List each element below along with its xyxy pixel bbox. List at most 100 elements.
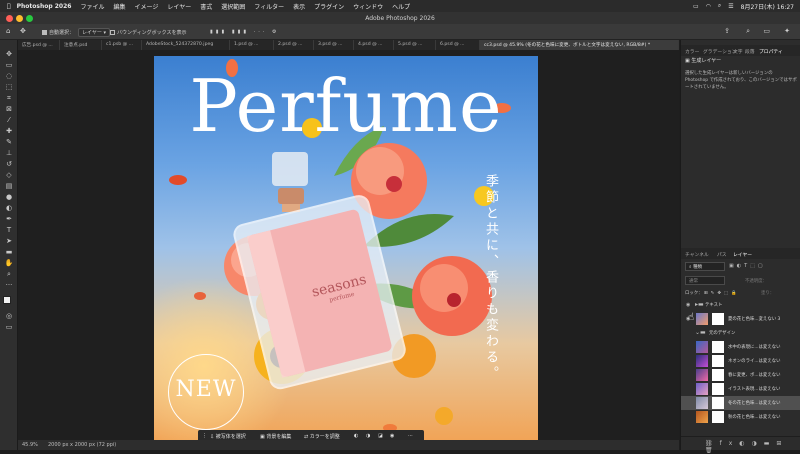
doc-tab[interactable]: 5.psd @ ... <box>394 40 436 50</box>
layer-filter-icons[interactable]: ▣◐T⬚▢ <box>729 263 766 269</box>
eraser-tool-icon[interactable]: ◇ <box>3 171 15 180</box>
menu-window[interactable]: ウィンドウ <box>353 2 383 11</box>
tab-paragraph[interactable]: 段落 <box>745 48 755 55</box>
show-bounding-box-checkbox[interactable]: バウンディングボックスを表示 <box>110 29 187 36</box>
move-tool-icon[interactable]: ✥ <box>20 27 26 35</box>
tab-paths[interactable]: パス <box>717 251 727 258</box>
zoom-level[interactable]: 45.9% <box>22 442 38 448</box>
eye-icon[interactable]: ◉ <box>686 302 690 308</box>
tab-gradient[interactable]: グラデーション <box>703 48 736 55</box>
history-brush-icon[interactable]: ↺ <box>3 160 15 169</box>
hand-tool-icon[interactable]: ✋ <box>3 259 15 268</box>
control-center-icon[interactable]: ☰ <box>728 3 733 10</box>
lock-icons[interactable]: ⊞✎✥⬚🔒 <box>704 291 740 296</box>
eyedropper-tool-icon[interactable]: ⁄ <box>3 116 15 125</box>
tab-color[interactable]: カラー <box>685 48 699 55</box>
menu-layer[interactable]: レイヤー <box>167 2 191 11</box>
menu-select[interactable]: 選択範囲 <box>221 2 245 11</box>
document-size[interactable]: 2000 px x 2000 px (72 ppi) <box>48 442 116 448</box>
menu-view[interactable]: 表示 <box>293 2 305 11</box>
type-tool-icon[interactable]: T <box>3 226 15 235</box>
blur-tool-icon[interactable]: ● <box>3 193 15 202</box>
generate-icon[interactable]: ✦ <box>784 27 790 35</box>
doc-tab-active[interactable]: cc3.psd @ 45.9% (冬の花と色味に変更、ボトルと文字は変えない, … <box>480 40 679 50</box>
apple-icon[interactable]:  <box>7 3 11 10</box>
align-icons[interactable]: ▮▮▮ ▮▮▮ ··· ⚙ <box>210 29 280 35</box>
more-tools-icon[interactable]: ··· <box>3 281 15 290</box>
select-subject-button[interactable]: ⇩ 被写体を選択 <box>210 433 246 440</box>
move-tool-icon[interactable]: ✥ <box>3 50 15 59</box>
tab-channels[interactable]: チャンネル <box>685 251 709 258</box>
share-icon[interactable]: ⇪ <box>724 27 730 35</box>
layers-panel-footer-icons[interactable]: ⛓fx◐◑▬⊞🗑 <box>681 436 800 454</box>
healing-brush-icon[interactable]: ✚ <box>3 127 15 136</box>
menu-edit[interactable]: 編集 <box>113 2 125 11</box>
object-select-tool-icon[interactable]: ⬚ <box>3 83 15 92</box>
layer-filter-dropdown[interactable]: ⌕ 種類 <box>685 262 725 271</box>
pen-tool-icon[interactable]: ✒ <box>3 215 15 224</box>
layer-row[interactable]: 秋の花と色味...は変えない <box>681 410 800 424</box>
foreground-color-swatch[interactable] <box>3 296 11 304</box>
layer-row[interactable]: 水中の表現に...は変えない <box>681 340 800 354</box>
frame-tool-icon[interactable]: ⊠ <box>3 105 15 114</box>
menu-image[interactable]: イメージ <box>134 2 158 11</box>
search-icon[interactable]: ⌕ <box>746 27 750 36</box>
layer-row[interactable]: ◉ 夏の花と色味...変えない 3 <box>681 312 800 326</box>
doc-tab[interactable]: 4.psd @ ... <box>354 40 394 50</box>
adjustment-icon[interactable]: ◑ <box>366 433 370 439</box>
home-icon[interactable]: ⌂ <box>6 27 10 35</box>
artboard[interactable]: seasons perfume Perfume 季節と共に、香りも変わる。 NE… <box>154 56 538 440</box>
crop-tool-icon[interactable]: ⌗ <box>3 94 15 103</box>
doc-tab[interactable]: 6.psd @ ... <box>436 40 480 50</box>
clone-stamp-icon[interactable]: ⊥ <box>3 149 15 158</box>
layer-group-row[interactable]: ⌄▬ 元のデザイン <box>681 326 800 340</box>
artboard-tool-icon[interactable]: ▭ <box>3 61 15 70</box>
menu-filter[interactable]: フィルター <box>254 2 284 11</box>
wifi-icon[interactable]: ◠ <box>706 3 711 10</box>
menu-file[interactable]: ファイル <box>80 2 104 11</box>
gradient-tool-icon[interactable]: ▤ <box>3 182 15 191</box>
doc-tab[interactable]: 1.psd @ ... <box>230 40 274 50</box>
clock[interactable]: 8月27日(木) 16:27 <box>741 2 794 11</box>
layer-row[interactable]: 春に変更、ボ...は変えない <box>681 368 800 382</box>
battery-icon[interactable]: ▭ <box>693 3 699 10</box>
fill-icon[interactable]: ◉ <box>390 433 394 439</box>
brush-tool-icon[interactable]: ✎ <box>3 138 15 147</box>
doc-tab[interactable]: 3.psd @ ... <box>314 40 354 50</box>
menu-help[interactable]: ヘルプ <box>392 2 410 11</box>
tab-properties[interactable]: プロパティ <box>759 48 783 55</box>
mask-icon[interactable]: ◐ <box>354 433 358 439</box>
doc-tab[interactable]: 2.psd @ ... <box>274 40 314 50</box>
workspace-icon[interactable]: ▭ <box>763 27 770 35</box>
adjust-color-button[interactable]: ⇄ カラーを調整 <box>304 433 340 440</box>
menu-plugins[interactable]: プラグイン <box>314 2 344 11</box>
doc-tab[interactable]: c1.psb @ ... <box>102 40 142 50</box>
shape-tool-icon[interactable]: ▬ <box>3 248 15 257</box>
search-icon[interactable]: ⌕ <box>718 2 721 10</box>
tab-character[interactable]: 文字 <box>733 48 743 55</box>
doc-tab[interactable]: AdobeStock_524372870.jpeg <box>142 40 230 50</box>
layer-row-selected[interactable]: 冬の花と色味...は変えない <box>681 396 800 410</box>
layer-row[interactable]: イラスト表現...は変えない <box>681 382 800 396</box>
blend-mode-dropdown[interactable]: 通常 <box>685 276 725 285</box>
doc-tab[interactable]: 注意点.psd <box>60 40 102 50</box>
canvas-area[interactable]: seasons perfume Perfume 季節と共に、香りも変わる。 NE… <box>18 50 679 443</box>
menu-type[interactable]: 書式 <box>200 2 212 11</box>
app-menu[interactable]: Photoshop 2026 <box>17 3 72 10</box>
transform-icon[interactable]: ◪ <box>378 433 383 439</box>
dodge-tool-icon[interactable]: ◐ <box>3 204 15 213</box>
auto-select-target-dropdown[interactable]: レイヤー ▾ <box>78 28 110 37</box>
tab-layers[interactable]: レイヤー <box>733 251 752 258</box>
zoom-tool-icon[interactable]: ⌕ <box>3 270 15 279</box>
edit-background-button[interactable]: ▣ 背景を編集 <box>260 433 291 440</box>
lasso-tool-icon[interactable]: ◌ <box>3 72 15 81</box>
doc-tab[interactable]: 広告.psd @ ... <box>18 40 60 50</box>
auto-select-checkbox[interactable]: 自動選択： <box>42 29 74 36</box>
more-options-icon[interactable]: ··· <box>408 433 413 439</box>
drag-handle-icon[interactable]: ⋮ <box>202 433 207 439</box>
quick-mask-icon[interactable]: ◎ <box>3 312 15 321</box>
path-select-icon[interactable]: ➤ <box>3 237 15 246</box>
screen-mode-icon[interactable]: ▭ <box>3 323 15 332</box>
layer-group-row[interactable]: ◉ ▸▬ テキスト <box>681 298 800 312</box>
layer-row[interactable]: ネオンのライ...は変えない <box>681 354 800 368</box>
